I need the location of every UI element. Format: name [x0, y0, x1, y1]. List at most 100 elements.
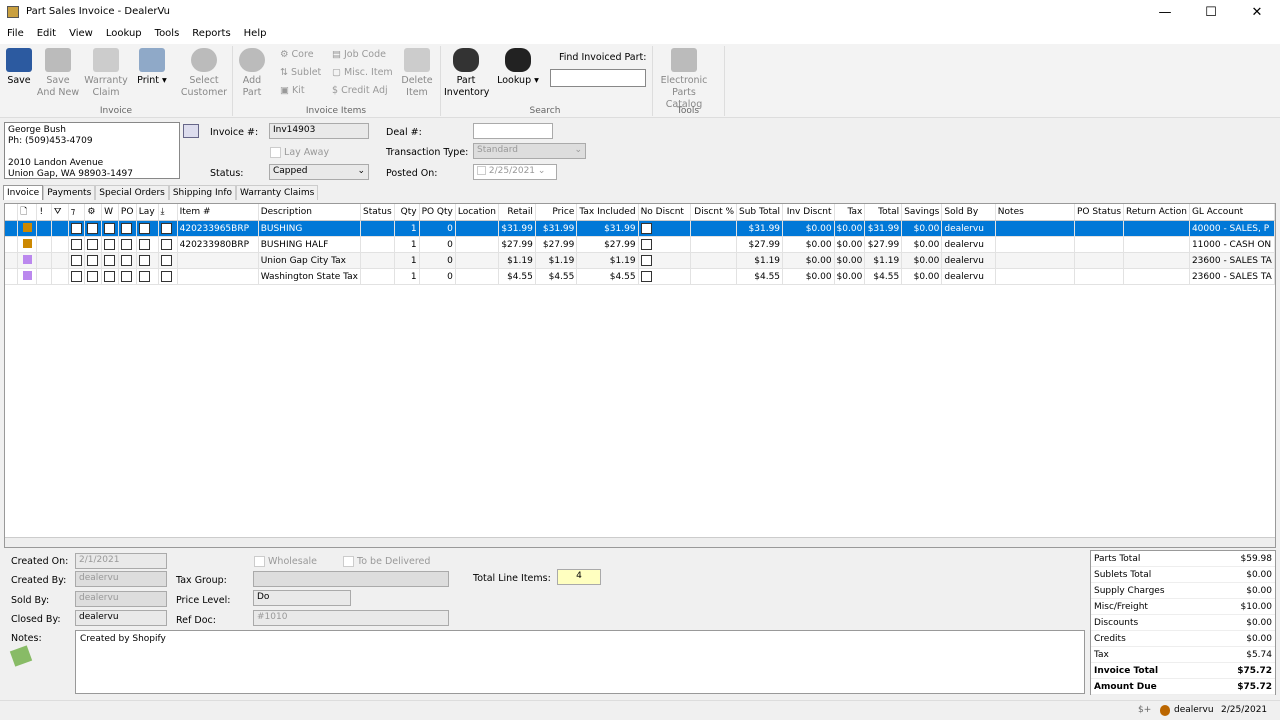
checkbox[interactable] [343, 556, 354, 567]
tab-warranty-claims[interactable]: Warranty Claims [236, 185, 319, 200]
menu-help[interactable]: Help [237, 25, 273, 39]
wholesale-checkbox[interactable]: Wholesale [254, 556, 317, 567]
credit-adj-button[interactable]: $ Credit Adj [332, 85, 388, 96]
add-part-button[interactable]: Add Part [238, 44, 266, 99]
checkbox[interactable] [87, 271, 99, 282]
table-row[interactable]: 420233980BRP BUSHING HALF 1 0 $27.99 $27.99 $2… [5, 236, 1275, 253]
column-header[interactable] [5, 204, 19, 221]
no-discount-checkbox[interactable] [640, 239, 652, 250]
created-by-dropdown[interactable]: dealervu [75, 571, 167, 587]
table-row[interactable]: Union Gap City Tax 1 0 $1.19 $1.19 $1.19 $1.19… [5, 252, 1275, 269]
checkbox[interactable] [160, 271, 172, 282]
close-button[interactable]: ✕ [1234, 0, 1280, 25]
column-header[interactable]: Lay [136, 204, 159, 221]
column-header[interactable]: Price [535, 204, 578, 221]
horizontal-scrollbar[interactable] [5, 537, 1275, 547]
menu-lookup[interactable]: Lookup [99, 25, 148, 39]
sold-by-dropdown[interactable]: dealervu [75, 591, 167, 607]
no-discount-checkbox[interactable] [640, 271, 652, 282]
tab-special-orders[interactable]: Special Orders [95, 185, 169, 200]
checkbox[interactable] [138, 271, 150, 282]
minimize-button[interactable]: — [1142, 0, 1188, 25]
column-header[interactable]: Status [360, 204, 395, 221]
deal-number-field[interactable] [473, 123, 553, 139]
posted-on-datepicker[interactable]: 2/25/2021 ⌄ [473, 164, 557, 180]
checkbox[interactable] [160, 255, 172, 266]
checkbox[interactable] [270, 147, 281, 158]
checkbox[interactable] [120, 271, 132, 282]
checkbox[interactable] [254, 556, 265, 567]
column-header[interactable]: W [101, 204, 119, 221]
checkbox[interactable] [160, 223, 172, 234]
warranty-claim-button[interactable]: Warranty Claim [84, 44, 128, 99]
column-header[interactable]: ! [36, 204, 52, 221]
column-header[interactable]: Sold By [941, 204, 996, 221]
save-and-new-button[interactable]: Save And New [36, 44, 80, 99]
lay-away-checkbox[interactable]: Lay Away [270, 147, 329, 158]
job-code-button[interactable]: ▤ Job Code [332, 49, 386, 60]
column-header[interactable]: PO Qty [419, 204, 456, 221]
lookup-button[interactable]: Lookup ▾ [496, 44, 540, 87]
checkbox[interactable] [138, 223, 150, 234]
column-header[interactable]: Retail [498, 204, 536, 221]
column-header[interactable]: Tax Included [576, 204, 639, 221]
misc-item-button[interactable]: ▢ Misc. Item [332, 67, 393, 78]
column-header[interactable]: Sub Total [736, 204, 784, 221]
sublet-button[interactable]: ⇅ Sublet [280, 67, 321, 78]
column-header[interactable]: ⤓ [158, 204, 178, 221]
menu-reports[interactable]: Reports [185, 25, 236, 39]
checkbox[interactable] [70, 223, 82, 234]
electronic-parts-catalog-button[interactable]: Electronic Parts Catalog [654, 44, 714, 111]
checkbox[interactable] [138, 239, 150, 250]
to-be-delivered-checkbox[interactable]: To be Delivered [343, 556, 430, 567]
tab-invoice[interactable]: Invoice [3, 185, 44, 200]
checkbox[interactable] [87, 239, 99, 250]
checkbox[interactable] [138, 255, 150, 266]
menu-file[interactable]: File [0, 25, 30, 39]
column-header[interactable]: Tax [834, 204, 866, 221]
column-header[interactable]: Total [864, 204, 903, 221]
column-header[interactable]: ⚙ [84, 204, 103, 221]
closed-by-field[interactable]: dealervu [75, 610, 167, 626]
no-discount-checkbox[interactable] [640, 223, 652, 234]
table-row[interactable]: Washington State Tax 1 0 $4.55 $4.55 $4.55 $4.… [5, 268, 1275, 285]
delete-item-button[interactable]: Delete Item [400, 44, 434, 99]
menu-view[interactable]: View [62, 25, 99, 39]
column-header[interactable]: Item # [177, 204, 259, 221]
tab-shipping-info[interactable]: Shipping Info [168, 185, 236, 200]
checkbox[interactable] [120, 223, 132, 234]
column-header[interactable]: Savings [901, 204, 943, 221]
kit-button[interactable]: ▣ Kit [280, 85, 305, 96]
checkbox[interactable] [87, 223, 99, 234]
checkbox[interactable] [160, 239, 172, 250]
checkbox[interactable] [120, 239, 132, 250]
dollar-plus-icon[interactable]: $+ [1138, 705, 1151, 715]
column-header[interactable]: Discnt % [690, 204, 738, 221]
menu-tools[interactable]: Tools [148, 25, 186, 39]
checkbox[interactable] [104, 255, 116, 266]
checkbox[interactable] [70, 239, 82, 250]
invoice-number-field[interactable]: Inv14903 [269, 123, 369, 139]
maximize-button[interactable]: ☐ [1188, 0, 1234, 25]
column-header[interactable]: Description [258, 204, 362, 221]
column-header[interactable]: PO [118, 204, 137, 221]
column-header[interactable]: Location [455, 204, 499, 221]
transaction-type-dropdown[interactable]: Standard ⌄ [473, 143, 586, 159]
column-header[interactable]: ⁊ [68, 204, 86, 221]
no-discount-checkbox[interactable] [640, 255, 652, 266]
tab-payments[interactable]: Payments [43, 185, 96, 200]
checkbox[interactable] [104, 223, 116, 234]
status-dropdown[interactable]: Capped ⌄ [269, 164, 369, 180]
select-customer-button[interactable]: Select Customer [180, 44, 228, 99]
checkbox[interactable] [104, 271, 116, 282]
save-button[interactable]: Save [4, 44, 34, 87]
column-header[interactable]: PO Status [1074, 204, 1125, 221]
column-header[interactable]: Notes [995, 204, 1075, 221]
checkbox[interactable] [70, 255, 82, 266]
part-inventory-button[interactable]: Part Inventory [444, 44, 489, 99]
table-row[interactable]: 420233965BRP BUSHING 1 0 $31.99 $31.99 $31.99 $… [5, 220, 1275, 237]
core-button[interactable]: ⚙ Core [280, 49, 314, 60]
column-header[interactable]: Return Action [1123, 204, 1190, 221]
checkbox[interactable] [87, 255, 99, 266]
checkbox[interactable] [104, 239, 116, 250]
